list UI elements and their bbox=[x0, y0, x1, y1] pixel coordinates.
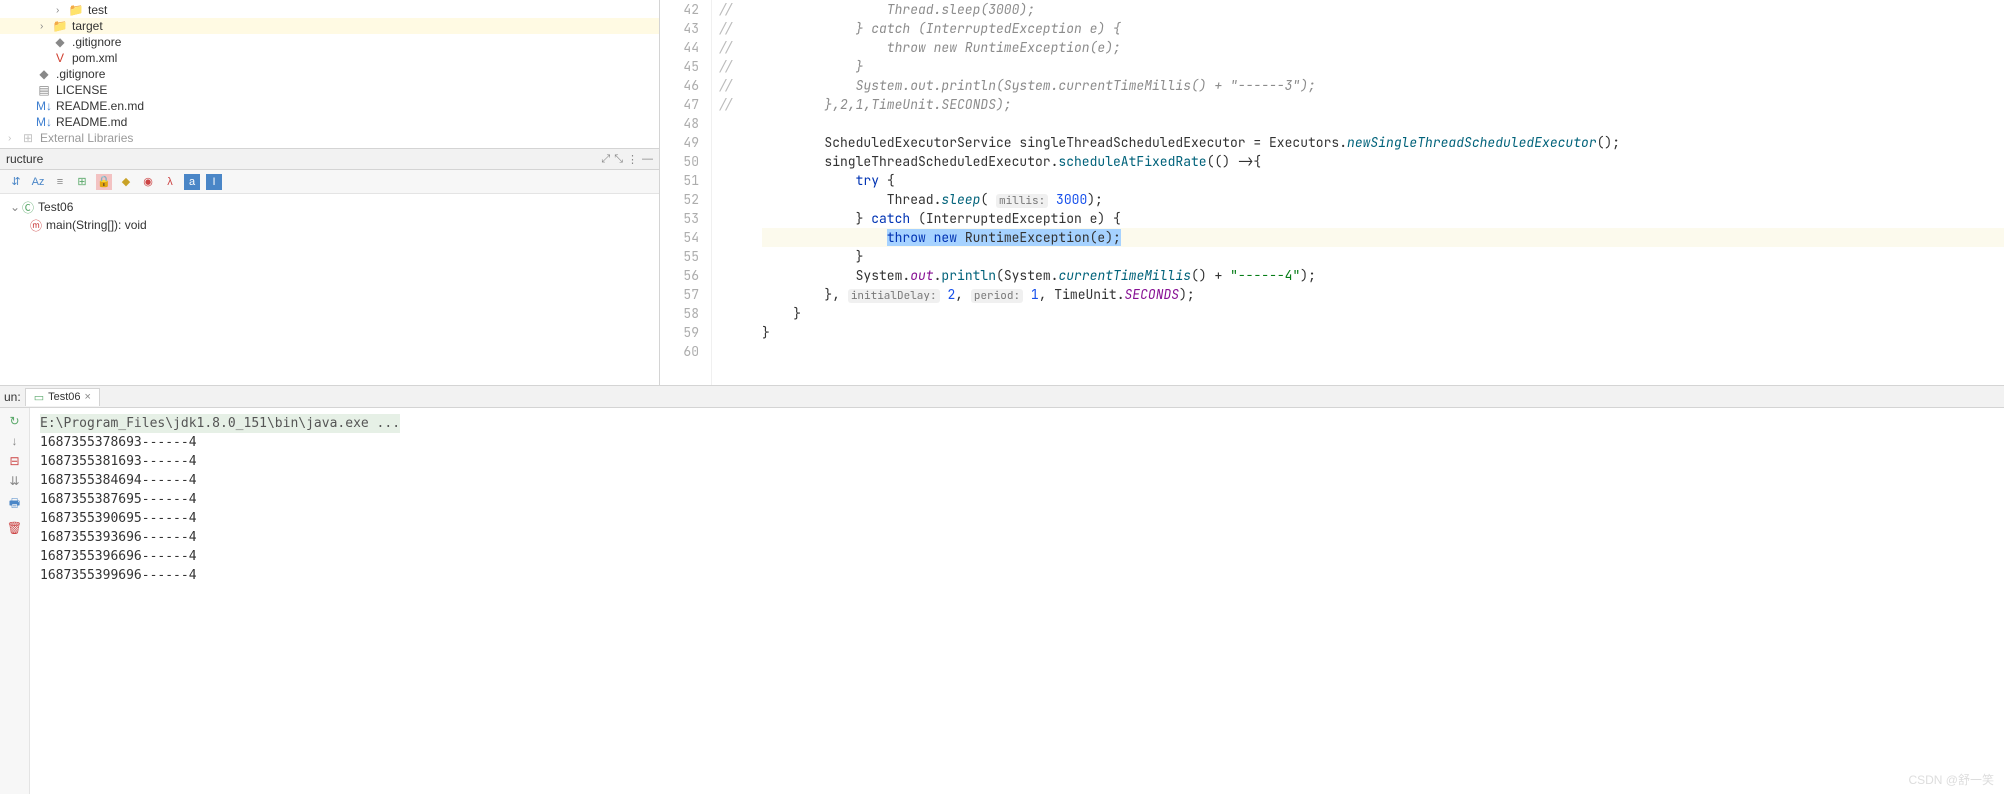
show-fields-icon[interactable]: ◆ bbox=[118, 174, 134, 190]
stop-icon[interactable]: ↓ bbox=[12, 434, 18, 448]
code-content[interactable]: Thread.sleep(3000); } catch (Interrupted… bbox=[762, 0, 2004, 385]
scroll-icon[interactable]: ⇊ bbox=[9, 474, 19, 488]
structure-method[interactable]: ⓜ main(String[]): void bbox=[0, 216, 659, 234]
tree-item[interactable]: M↓README.md bbox=[0, 114, 659, 130]
structure-header: ructure ⤢ ⤡ ⋮ — bbox=[0, 148, 659, 170]
rerun-icon[interactable]: ↻ bbox=[9, 414, 19, 428]
run-tabs: un: ▭ Test06 × bbox=[0, 386, 2004, 408]
console-output[interactable]: E:\Program_Files\jdk1.8.0_151\bin\java.e… bbox=[30, 408, 2004, 794]
lambda-icon[interactable]: λ bbox=[162, 174, 178, 190]
sort-icon[interactable]: ⇵ bbox=[8, 174, 24, 190]
tree-item[interactable]: ›⊞External Libraries bbox=[0, 130, 659, 146]
project-structure-panel: ›📁test›📁target◆.gitignoreVpom.xml◆.gitig… bbox=[0, 0, 660, 385]
expand-icon[interactable]: ⤢ bbox=[601, 153, 610, 166]
filter-output-icon[interactable]: ⊟ bbox=[9, 454, 19, 468]
show-methods-icon[interactable]: ◉ bbox=[140, 174, 156, 190]
structure-window-controls[interactable]: ⤢ ⤡ ⋮ — bbox=[601, 153, 653, 166]
tree-item[interactable]: ◆.gitignore bbox=[0, 66, 659, 82]
structure-body: ⌄ Ⓒ Test06 ⓜ main(String[]): void bbox=[0, 194, 659, 238]
run-toolbar: ↻ ↓ ⊟ ⇊ 🖶 🗑 bbox=[0, 408, 30, 794]
tree-item[interactable]: ›📁test bbox=[0, 2, 659, 18]
structure-toolbar: ⇵ Aᴢ ≡ ⊞ 🔒 ◆ ◉ λ a I bbox=[0, 170, 659, 194]
run-tab-icon: ▭ bbox=[34, 391, 44, 404]
tree-item[interactable]: ◆.gitignore bbox=[0, 34, 659, 50]
tree-item[interactable]: Vpom.xml bbox=[0, 50, 659, 66]
close-icon[interactable]: × bbox=[85, 391, 91, 403]
structure-title: ructure bbox=[6, 152, 43, 166]
tree-item[interactable]: ›📁target bbox=[0, 18, 659, 34]
code-editor[interactable]: 42434445464748495051525354555657585960 /… bbox=[660, 0, 2004, 385]
print-icon[interactable]: 🖶 bbox=[9, 494, 20, 515]
delete-icon[interactable]: 🗑 bbox=[7, 521, 22, 535]
project-tree[interactable]: ›📁test›📁target◆.gitignoreVpom.xml◆.gitig… bbox=[0, 0, 659, 148]
inherited-icon[interactable]: I bbox=[206, 174, 222, 190]
structure-class[interactable]: ⌄ Ⓒ Test06 bbox=[0, 198, 659, 216]
filter-icon[interactable]: ≡ bbox=[52, 174, 68, 190]
show-icon[interactable]: ⊞ bbox=[74, 174, 90, 190]
settings-icon[interactable]: ⋮ bbox=[627, 153, 638, 166]
watermark: CSDN @舒一笑 bbox=[1908, 771, 1994, 788]
tree-item[interactable]: M↓README.en.md bbox=[0, 98, 659, 114]
sort-alpha-icon[interactable]: Aᴢ bbox=[30, 174, 46, 190]
run-tab-active[interactable]: ▭ Test06 × bbox=[25, 388, 100, 406]
anon-icon[interactable]: a bbox=[184, 174, 200, 190]
collapse-icon[interactable]: ⤡ bbox=[614, 153, 623, 166]
run-panel: un: ▭ Test06 × ↻ ↓ ⊟ ⇊ 🖶 🗑 E:\Program_Fi… bbox=[0, 385, 2004, 794]
fold-column: //////////// bbox=[712, 0, 762, 385]
minimize-icon[interactable]: — bbox=[642, 153, 653, 166]
line-gutter: 42434445464748495051525354555657585960 bbox=[660, 0, 712, 385]
tree-item[interactable]: ▤LICENSE bbox=[0, 82, 659, 98]
lock-icon[interactable]: 🔒 bbox=[96, 174, 112, 190]
run-label: un: bbox=[4, 390, 21, 404]
